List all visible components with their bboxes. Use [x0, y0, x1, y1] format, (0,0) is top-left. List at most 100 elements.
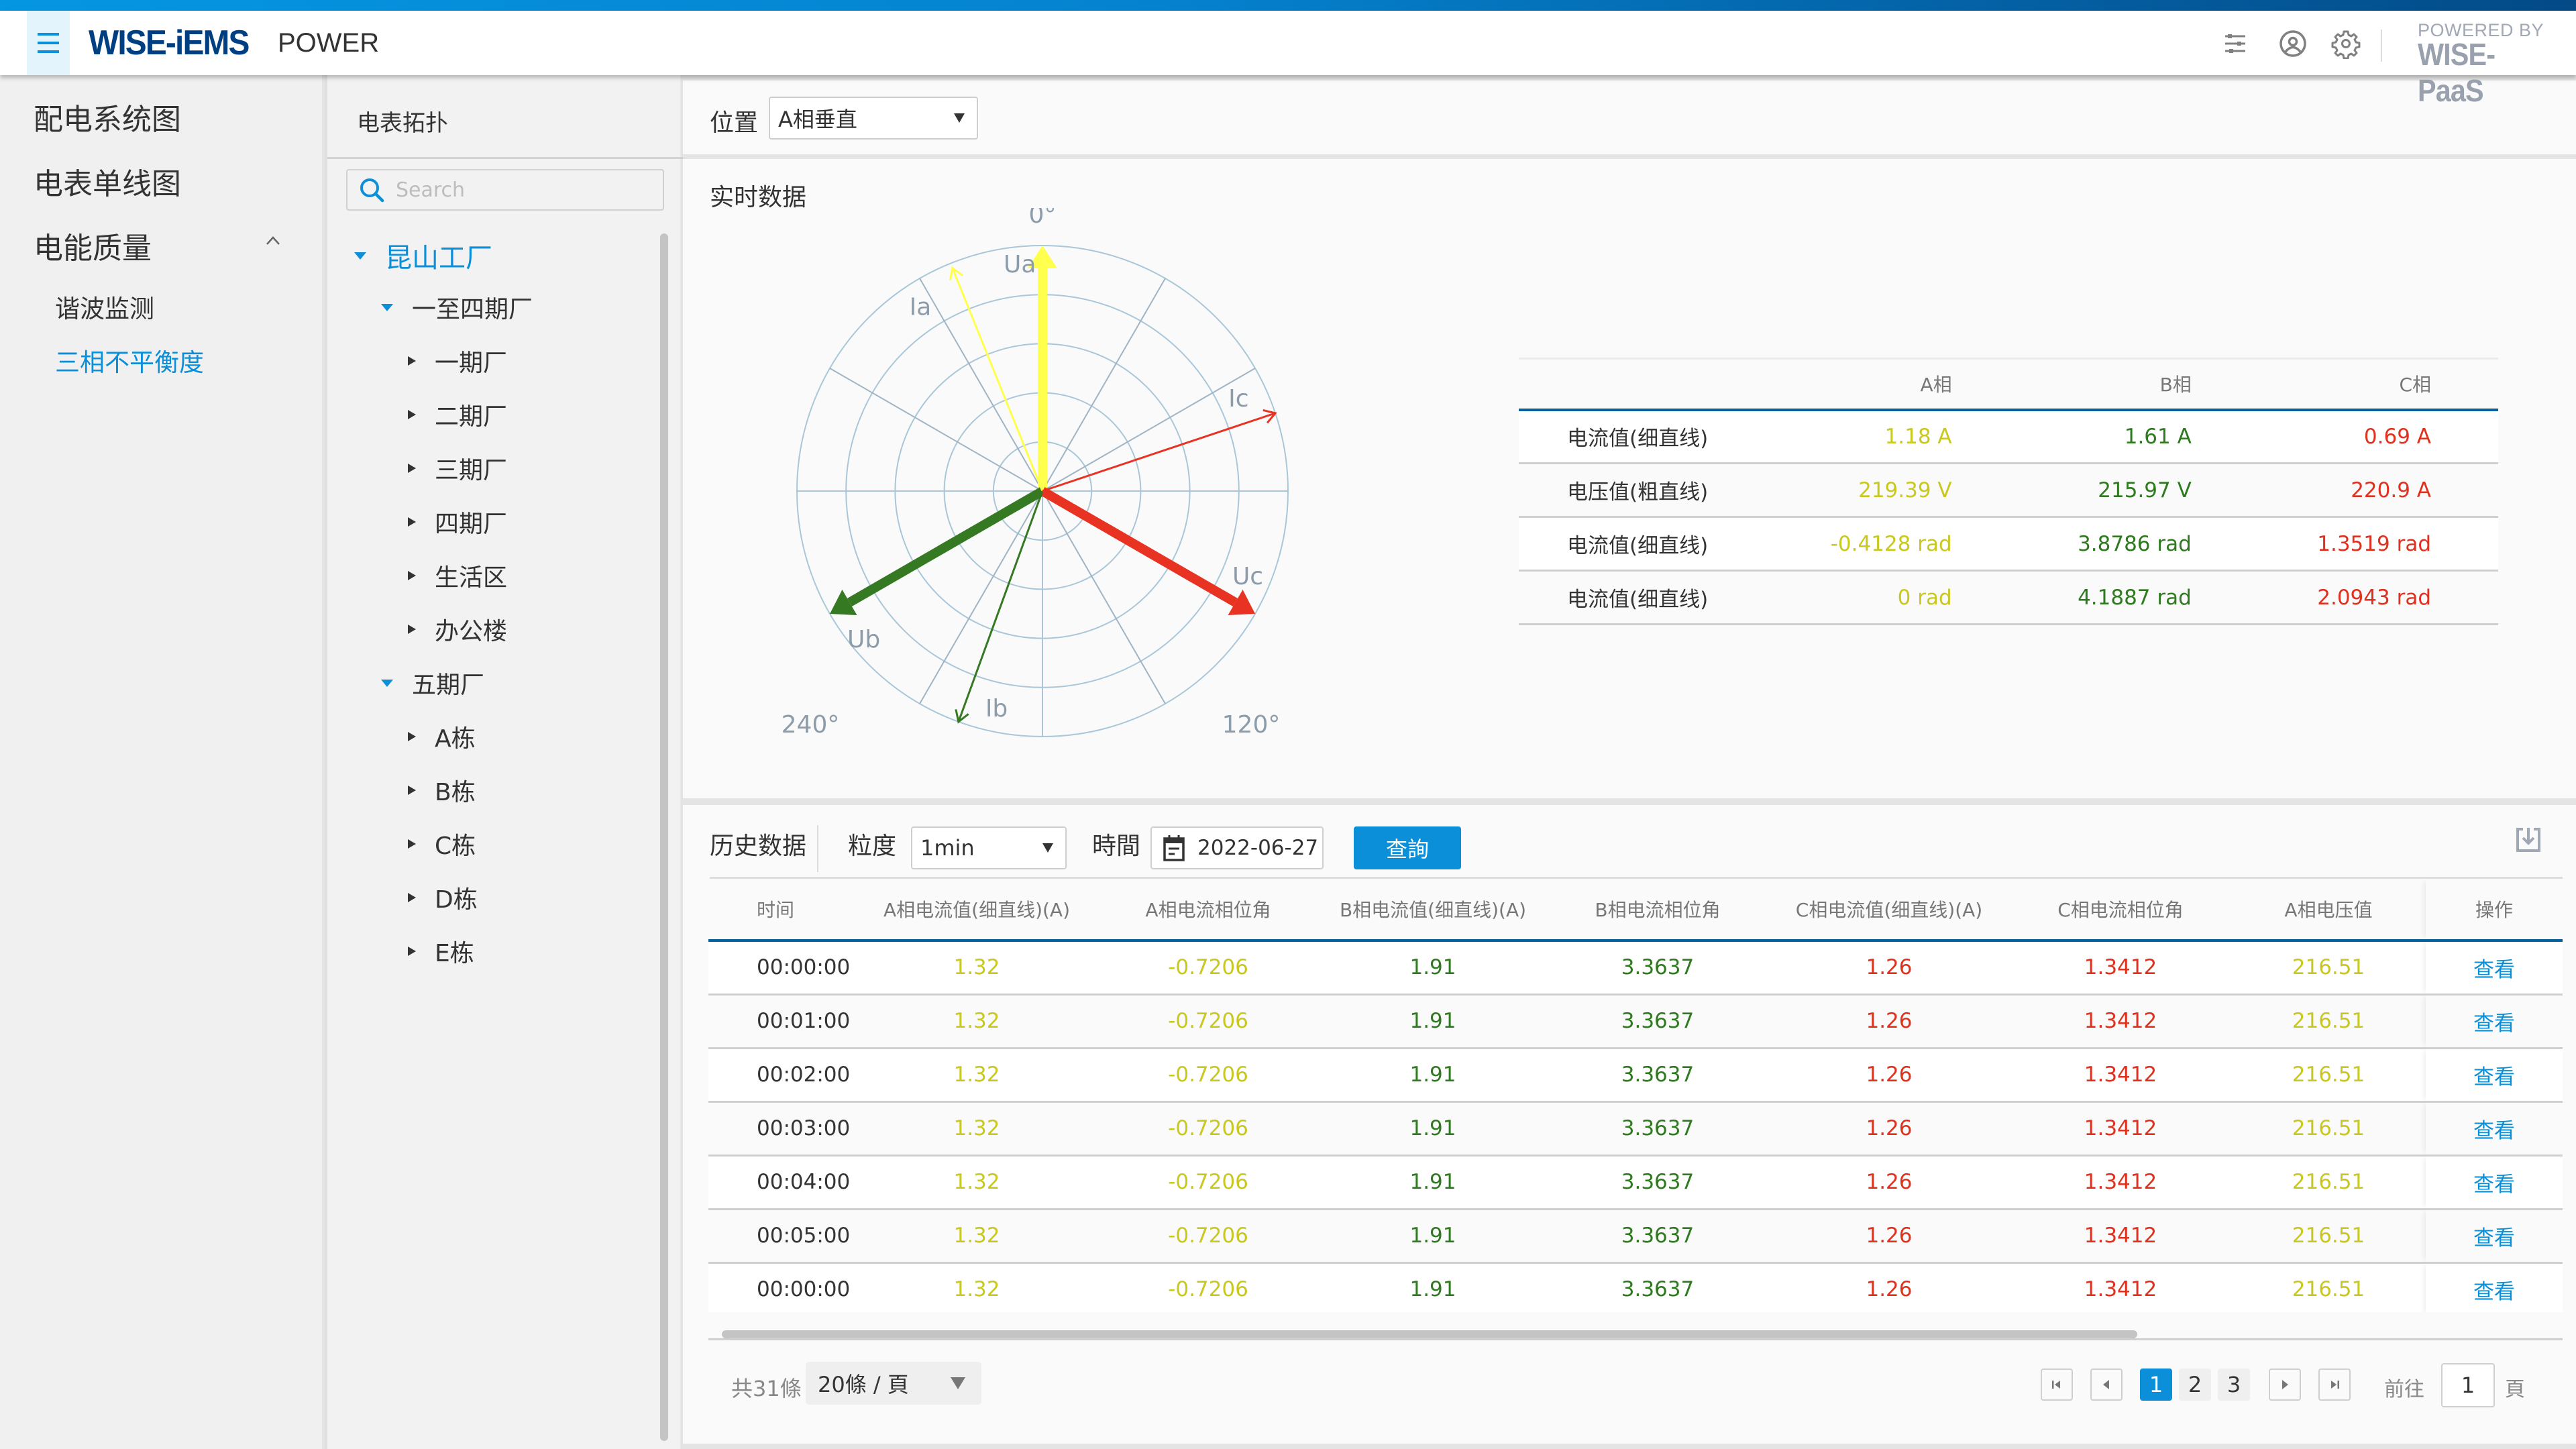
prev-page-button[interactable]: [2090, 1368, 2123, 1401]
realtime-table-row: 电流值(细直线) -0.4128 rad 3.8786 rad 1.3519 rad: [1519, 517, 2498, 572]
top-accent-bar: [0, 0, 2576, 11]
caret-right-icon[interactable]: [408, 625, 416, 634]
page-1-button[interactable]: 1: [2140, 1368, 2172, 1401]
menu-toggle-button[interactable]: [27, 11, 70, 75]
tree-node[interactable]: 一至四期厂: [381, 290, 533, 325]
date-value: 2022-06-27: [1197, 836, 1319, 860]
caret-right-icon[interactable]: [408, 947, 416, 956]
tree-node[interactable]: A栋: [408, 719, 476, 754]
chevron-up-icon[interactable]: [263, 231, 283, 251]
calendar-icon: [1163, 835, 1185, 861]
first-page-button[interactable]: [2041, 1368, 2073, 1401]
nav-item-distribution-diagram[interactable]: 配电系统图: [34, 95, 181, 138]
caret-right-icon[interactable]: [408, 571, 416, 580]
platform-logo: WISE-PaaS: [2418, 37, 2496, 108]
caret-right-icon[interactable]: [408, 356, 416, 366]
table-row: 00:02:00 1.32 -0.7206 1.91 3.3637 1.26 1.3412 2…: [708, 1048, 2563, 1103]
value-cell: 1.26: [1768, 1102, 2010, 1157]
granularity-select[interactable]: 1min: [911, 826, 1067, 869]
date-picker[interactable]: 2022-06-27: [1150, 826, 1324, 869]
view-link[interactable]: 查看: [2426, 1209, 2563, 1264]
next-page-button[interactable]: [2269, 1368, 2301, 1401]
caret-right-icon[interactable]: [408, 786, 416, 795]
tree-node[interactable]: B栋: [408, 773, 476, 808]
page-3-button[interactable]: 3: [2218, 1368, 2250, 1401]
table-row: 00:00:00 1.32 -0.7206 1.91 3.3637 1.26 1.3412 2…: [708, 941, 2563, 996]
last-page-button[interactable]: [2318, 1368, 2351, 1401]
phasor-label: Ia: [910, 293, 932, 321]
nav-item-harmonic-monitoring[interactable]: 谐波监测: [55, 288, 154, 325]
nav-item-power-quality[interactable]: 电能质量: [34, 224, 152, 267]
tree-node[interactable]: 昆山工厂: [354, 236, 492, 275]
tree-node[interactable]: 三期厂: [408, 451, 507, 486]
tree-node[interactable]: 一期厂: [408, 343, 507, 378]
filter-sliders-icon[interactable]: [2220, 28, 2251, 59]
nav-item-three-phase-unbalance[interactable]: 三相不平衡度: [55, 342, 204, 378]
caret-down-icon[interactable]: [354, 252, 366, 260]
tree-node[interactable]: 二期厂: [408, 397, 507, 432]
total-count: 共31條: [731, 1376, 802, 1401]
table-row: 00:01:00 1.32 -0.7206 1.91 3.3637 1.26 1.3412 2…: [708, 994, 2563, 1049]
view-link[interactable]: 查看: [2426, 1102, 2563, 1157]
caret-right-icon[interactable]: [408, 517, 416, 527]
value-cell: -0.7206: [1097, 1209, 1319, 1264]
realtime-table-row: 电流值(细直线) 0 rad 4.1887 rad 2.0943 rad: [1519, 570, 2498, 625]
caret-right-icon[interactable]: [408, 464, 416, 473]
value-cell: 1.3412: [2010, 1048, 2231, 1103]
value-cell: 3.3637: [1547, 941, 1768, 996]
table-row: 00:03:00 1.32 -0.7206 1.91 3.3637 1.26 1.3412 2…: [708, 1102, 2563, 1157]
view-link[interactable]: 查看: [2426, 1263, 2563, 1312]
tree-node[interactable]: 生活区: [408, 558, 507, 593]
horizontal-scrollbar[interactable]: [722, 1330, 2137, 1338]
tree-search-input[interactable]: [396, 178, 651, 202]
value-cell: -0.7206: [1097, 1048, 1319, 1103]
value-cell: 1.32: [856, 1263, 1097, 1312]
value-cell: 1.91: [1319, 1048, 1547, 1103]
page-size-select[interactable]: 20條 / 頁: [806, 1362, 981, 1405]
tree-node[interactable]: 办公楼: [408, 612, 507, 647]
polar-spoke: [829, 368, 1043, 492]
phasor-shaft: [1042, 412, 1276, 492]
time-cell: 00:00:00: [708, 941, 856, 996]
view-link[interactable]: 查看: [2426, 1048, 2563, 1103]
tree-node[interactable]: 五期厂: [381, 665, 484, 700]
caret-down-icon[interactable]: [381, 679, 393, 687]
caret-right-icon[interactable]: [408, 410, 416, 419]
tree-scrollbar[interactable]: [660, 233, 668, 1441]
page-2-button[interactable]: 2: [2179, 1368, 2211, 1401]
meter-topology-panel: 电表拓扑 昆山工厂一至四期厂一期厂二期厂三期厂四期厂生活区办公楼五期厂 A栋 B栋 C…: [325, 75, 683, 1449]
value-cell: 1.32: [856, 1048, 1097, 1103]
hamburger-icon-line: [38, 42, 59, 44]
view-link[interactable]: 查看: [2426, 994, 2563, 1049]
gear-icon[interactable]: [2330, 28, 2361, 59]
user-icon[interactable]: [2277, 28, 2308, 59]
view-link[interactable]: 查看: [2426, 1155, 2563, 1210]
goto-page-input[interactable]: [2441, 1363, 2495, 1407]
column-header: B相电流相位角: [1547, 879, 1768, 941]
position-select[interactable]: A相垂直: [769, 97, 978, 140]
value-cell: 1.26: [1768, 1209, 2010, 1264]
tree-node-label: 一期厂: [435, 350, 508, 377]
history-data-panel: 历史数据 粒度 1min 時間 2022-06-27 查詢 时间 A相电流值(细直…: [683, 805, 2576, 1444]
phasor-label: Uc: [1232, 563, 1263, 590]
caret-right-icon[interactable]: [408, 732, 416, 741]
col-header-label: [1519, 359, 1770, 410]
tree-node[interactable]: C栋: [408, 826, 476, 861]
caret-right-icon[interactable]: [408, 893, 416, 902]
tree-node[interactable]: D栋: [408, 880, 478, 915]
tree-node[interactable]: E栋: [408, 934, 474, 969]
value-cell: 1.3412: [2010, 1209, 2231, 1264]
col-header-phase-b: B相: [2159, 374, 2192, 396]
view-link[interactable]: 查看: [2426, 941, 2563, 996]
caret-down-icon[interactable]: [381, 303, 393, 311]
export-download-icon[interactable]: [2515, 826, 2542, 853]
caret-right-icon[interactable]: [408, 839, 416, 849]
value-cell: 216.51: [2231, 1209, 2426, 1264]
table-row: 00:00:00 1.32 -0.7206 1.91 3.3637 1.26 1.3412 2…: [708, 1263, 2563, 1312]
app-product-name: POWER: [278, 28, 380, 58]
query-button[interactable]: 查詢: [1354, 826, 1461, 869]
value-cell: 216.51: [2231, 994, 2426, 1049]
row-label: 电流值(细直线): [1519, 517, 1770, 572]
tree-node[interactable]: 四期厂: [408, 504, 507, 539]
nav-item-meter-single-line[interactable]: 电表单线图: [34, 160, 181, 203]
